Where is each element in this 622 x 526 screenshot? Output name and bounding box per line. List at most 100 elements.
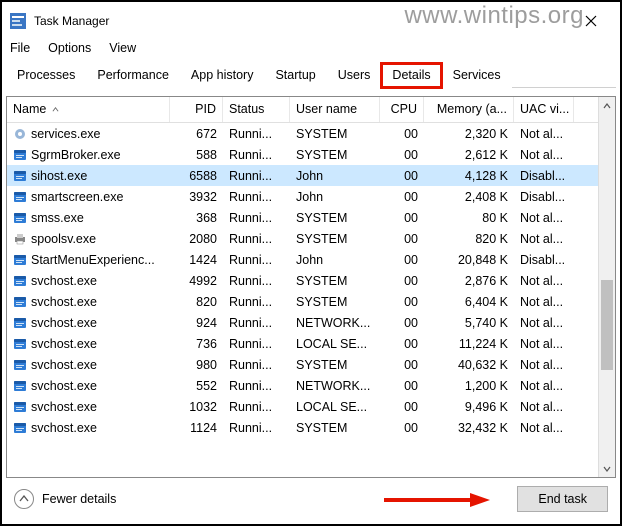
table-row[interactable]: sihost.exe6588Runni...John004,128 KDisab…	[7, 165, 598, 186]
header-pid[interactable]: PID	[170, 97, 223, 122]
header-status[interactable]: Status	[223, 97, 290, 122]
cell-name: svchost.exe	[7, 337, 170, 351]
cell-uac: Not al...	[514, 400, 574, 414]
cell-uac: Not al...	[514, 295, 574, 309]
cell-memory: 5,740 K	[424, 316, 514, 330]
cell-pid: 368	[170, 211, 223, 225]
menu-options[interactable]: Options	[48, 41, 91, 55]
scroll-down-button[interactable]	[599, 460, 615, 477]
process-icon	[13, 400, 27, 414]
header-name[interactable]: Name	[7, 97, 170, 122]
menu-file[interactable]: File	[10, 41, 30, 55]
table-row[interactable]: spoolsv.exe2080Runni...SYSTEM00820 KNot …	[7, 228, 598, 249]
tab-startup[interactable]: Startup	[264, 63, 326, 88]
cell-memory: 2,320 K	[424, 127, 514, 141]
tabbar: Processes Performance App history Startu…	[6, 62, 616, 88]
cell-name: svchost.exe	[7, 400, 170, 414]
process-icon	[13, 232, 27, 246]
cell-status: Runni...	[223, 337, 290, 351]
cell-memory: 40,632 K	[424, 358, 514, 372]
cell-memory: 11,224 K	[424, 337, 514, 351]
header-memory[interactable]: Memory (a...	[424, 97, 514, 122]
cell-pid: 588	[170, 148, 223, 162]
table-row[interactable]: svchost.exe820Runni...SYSTEM006,404 KNot…	[7, 291, 598, 312]
table-row[interactable]: svchost.exe736Runni...LOCAL SE...0011,22…	[7, 333, 598, 354]
cell-uac: Not al...	[514, 232, 574, 246]
cell-pid: 3932	[170, 190, 223, 204]
table-row[interactable]: svchost.exe552Runni...NETWORK...001,200 …	[7, 375, 598, 396]
cell-pid: 1124	[170, 421, 223, 435]
process-name: svchost.exe	[31, 337, 97, 351]
process-icon	[13, 211, 27, 225]
tab-details[interactable]: Details	[381, 63, 441, 88]
cell-user: SYSTEM	[290, 358, 380, 372]
header-user[interactable]: User name	[290, 97, 380, 122]
process-name: svchost.exe	[31, 295, 97, 309]
sort-asc-icon	[52, 106, 59, 113]
cell-memory: 4,128 K	[424, 169, 514, 183]
column-headers: Name PID Status User name CPU Memory (a.…	[7, 97, 598, 123]
cell-status: Runni...	[223, 295, 290, 309]
process-name: svchost.exe	[31, 316, 97, 330]
process-icon	[13, 253, 27, 267]
scroll-thumb[interactable]	[601, 280, 613, 370]
cell-status: Runni...	[223, 316, 290, 330]
cell-cpu: 00	[380, 379, 424, 393]
cell-user: John	[290, 169, 380, 183]
table-row[interactable]: svchost.exe924Runni...NETWORK...005,740 …	[7, 312, 598, 333]
cell-uac: Not al...	[514, 379, 574, 393]
tab-processes[interactable]: Processes	[6, 63, 86, 88]
cell-cpu: 00	[380, 127, 424, 141]
watermark-text: www.wintips.org	[404, 2, 584, 30]
tab-app-history[interactable]: App history	[180, 63, 265, 88]
process-icon	[13, 169, 27, 183]
process-icon	[13, 421, 27, 435]
vertical-scrollbar[interactable]	[598, 97, 615, 477]
cell-user: John	[290, 190, 380, 204]
cell-uac: Not al...	[514, 211, 574, 225]
cell-pid: 6588	[170, 169, 223, 183]
cell-status: Runni...	[223, 211, 290, 225]
fewer-details-toggle[interactable]: Fewer details	[14, 489, 116, 509]
scroll-track[interactable]	[599, 114, 615, 460]
process-icon	[13, 127, 27, 141]
tab-users[interactable]: Users	[327, 63, 382, 88]
process-grid: Name PID Status User name CPU Memory (a.…	[6, 96, 616, 478]
cell-name: StartMenuExperienc...	[7, 253, 170, 267]
cell-user: NETWORK...	[290, 379, 380, 393]
cell-user: SYSTEM	[290, 127, 380, 141]
table-row[interactable]: smartscreen.exe3932Runni...John002,408 K…	[7, 186, 598, 207]
table-row[interactable]: SgrmBroker.exe588Runni...SYSTEM002,612 K…	[7, 144, 598, 165]
process-name: spoolsv.exe	[31, 232, 96, 246]
cell-uac: Disabl...	[514, 169, 574, 183]
table-row[interactable]: svchost.exe980Runni...SYSTEM0040,632 KNo…	[7, 354, 598, 375]
cell-name: smss.exe	[7, 211, 170, 225]
cell-uac: Not al...	[514, 316, 574, 330]
table-row[interactable]: svchost.exe1124Runni...SYSTEM0032,432 KN…	[7, 417, 598, 438]
menu-view[interactable]: View	[109, 41, 136, 55]
table-row[interactable]: svchost.exe1032Runni...LOCAL SE...009,49…	[7, 396, 598, 417]
cell-status: Runni...	[223, 400, 290, 414]
header-uac[interactable]: UAC vi...	[514, 97, 574, 122]
process-name: svchost.exe	[31, 358, 97, 372]
cell-cpu: 00	[380, 274, 424, 288]
cell-name: svchost.exe	[7, 358, 170, 372]
cell-pid: 672	[170, 127, 223, 141]
tab-performance[interactable]: Performance	[86, 63, 180, 88]
table-row[interactable]: smss.exe368Runni...SYSTEM0080 KNot al...	[7, 207, 598, 228]
table-row[interactable]: StartMenuExperienc...1424Runni...John002…	[7, 249, 598, 270]
end-task-button[interactable]: End task	[517, 486, 608, 512]
window-title: Task Manager	[34, 14, 109, 28]
table-row[interactable]: svchost.exe4992Runni...SYSTEM002,876 KNo…	[7, 270, 598, 291]
cell-user: SYSTEM	[290, 232, 380, 246]
table-row[interactable]: services.exe672Runni...SYSTEM002,320 KNo…	[7, 123, 598, 144]
scroll-up-button[interactable]	[599, 97, 615, 114]
cell-cpu: 00	[380, 295, 424, 309]
cell-status: Runni...	[223, 127, 290, 141]
process-name: SgrmBroker.exe	[31, 148, 121, 162]
tab-services[interactable]: Services	[442, 63, 512, 88]
cell-cpu: 00	[380, 148, 424, 162]
chevron-up-icon	[603, 103, 611, 109]
cell-cpu: 00	[380, 337, 424, 351]
header-cpu[interactable]: CPU	[380, 97, 424, 122]
